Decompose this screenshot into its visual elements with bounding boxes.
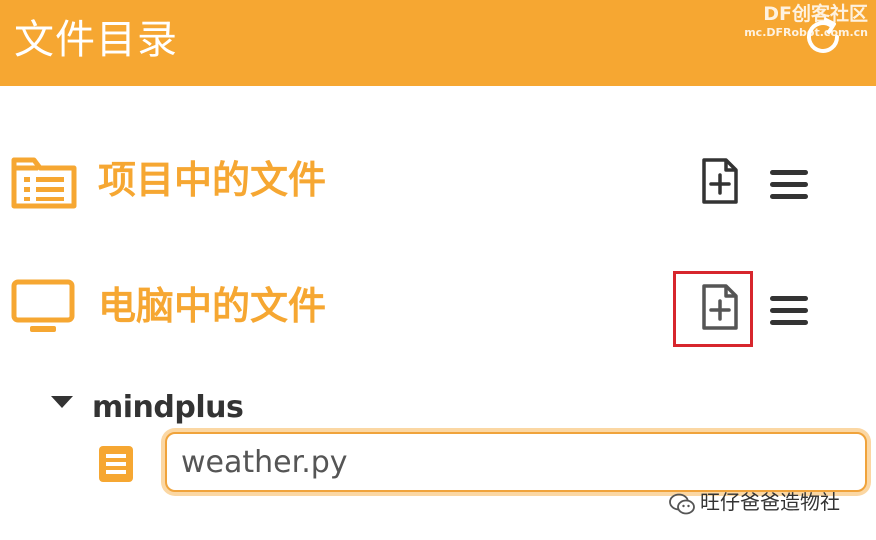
computer-monitor-icon [11, 279, 75, 332]
section-title-computer-files: 电脑中的文件 [98, 284, 327, 328]
wechat-icon [669, 493, 695, 514]
caret-down-icon[interactable] [50, 394, 74, 410]
section-title-project-files: 项目中的文件 [98, 158, 327, 202]
menu-icon[interactable] [768, 166, 810, 202]
app-header: 文件目录 DF创客社区 mc.DFRobot.com.cn [0, 0, 876, 86]
page-title: 文件目录 [14, 17, 178, 63]
watermark-wechat: 旺仔爸爸造物社 [668, 487, 840, 517]
highlight-annotation-box [673, 271, 753, 347]
project-folder-icon [11, 157, 77, 209]
file-name-input[interactable] [165, 432, 867, 492]
watermark-dfrobot: DF创客社区 mc.DFRobot.com.cn [744, 2, 868, 40]
section-project-files: 项目中的文件 [0, 146, 876, 226]
add-file-icon[interactable] [696, 156, 744, 206]
watermark-text: 旺仔爸爸造物社 [700, 490, 840, 514]
tree-folder-mindplus[interactable]: mindplus [92, 388, 244, 428]
watermark-brand: DF创客社区 [763, 3, 868, 25]
file-list-icon [99, 446, 133, 482]
watermark-url: mc.DFRobot.com.cn [744, 26, 868, 39]
menu-icon[interactable] [768, 292, 810, 328]
